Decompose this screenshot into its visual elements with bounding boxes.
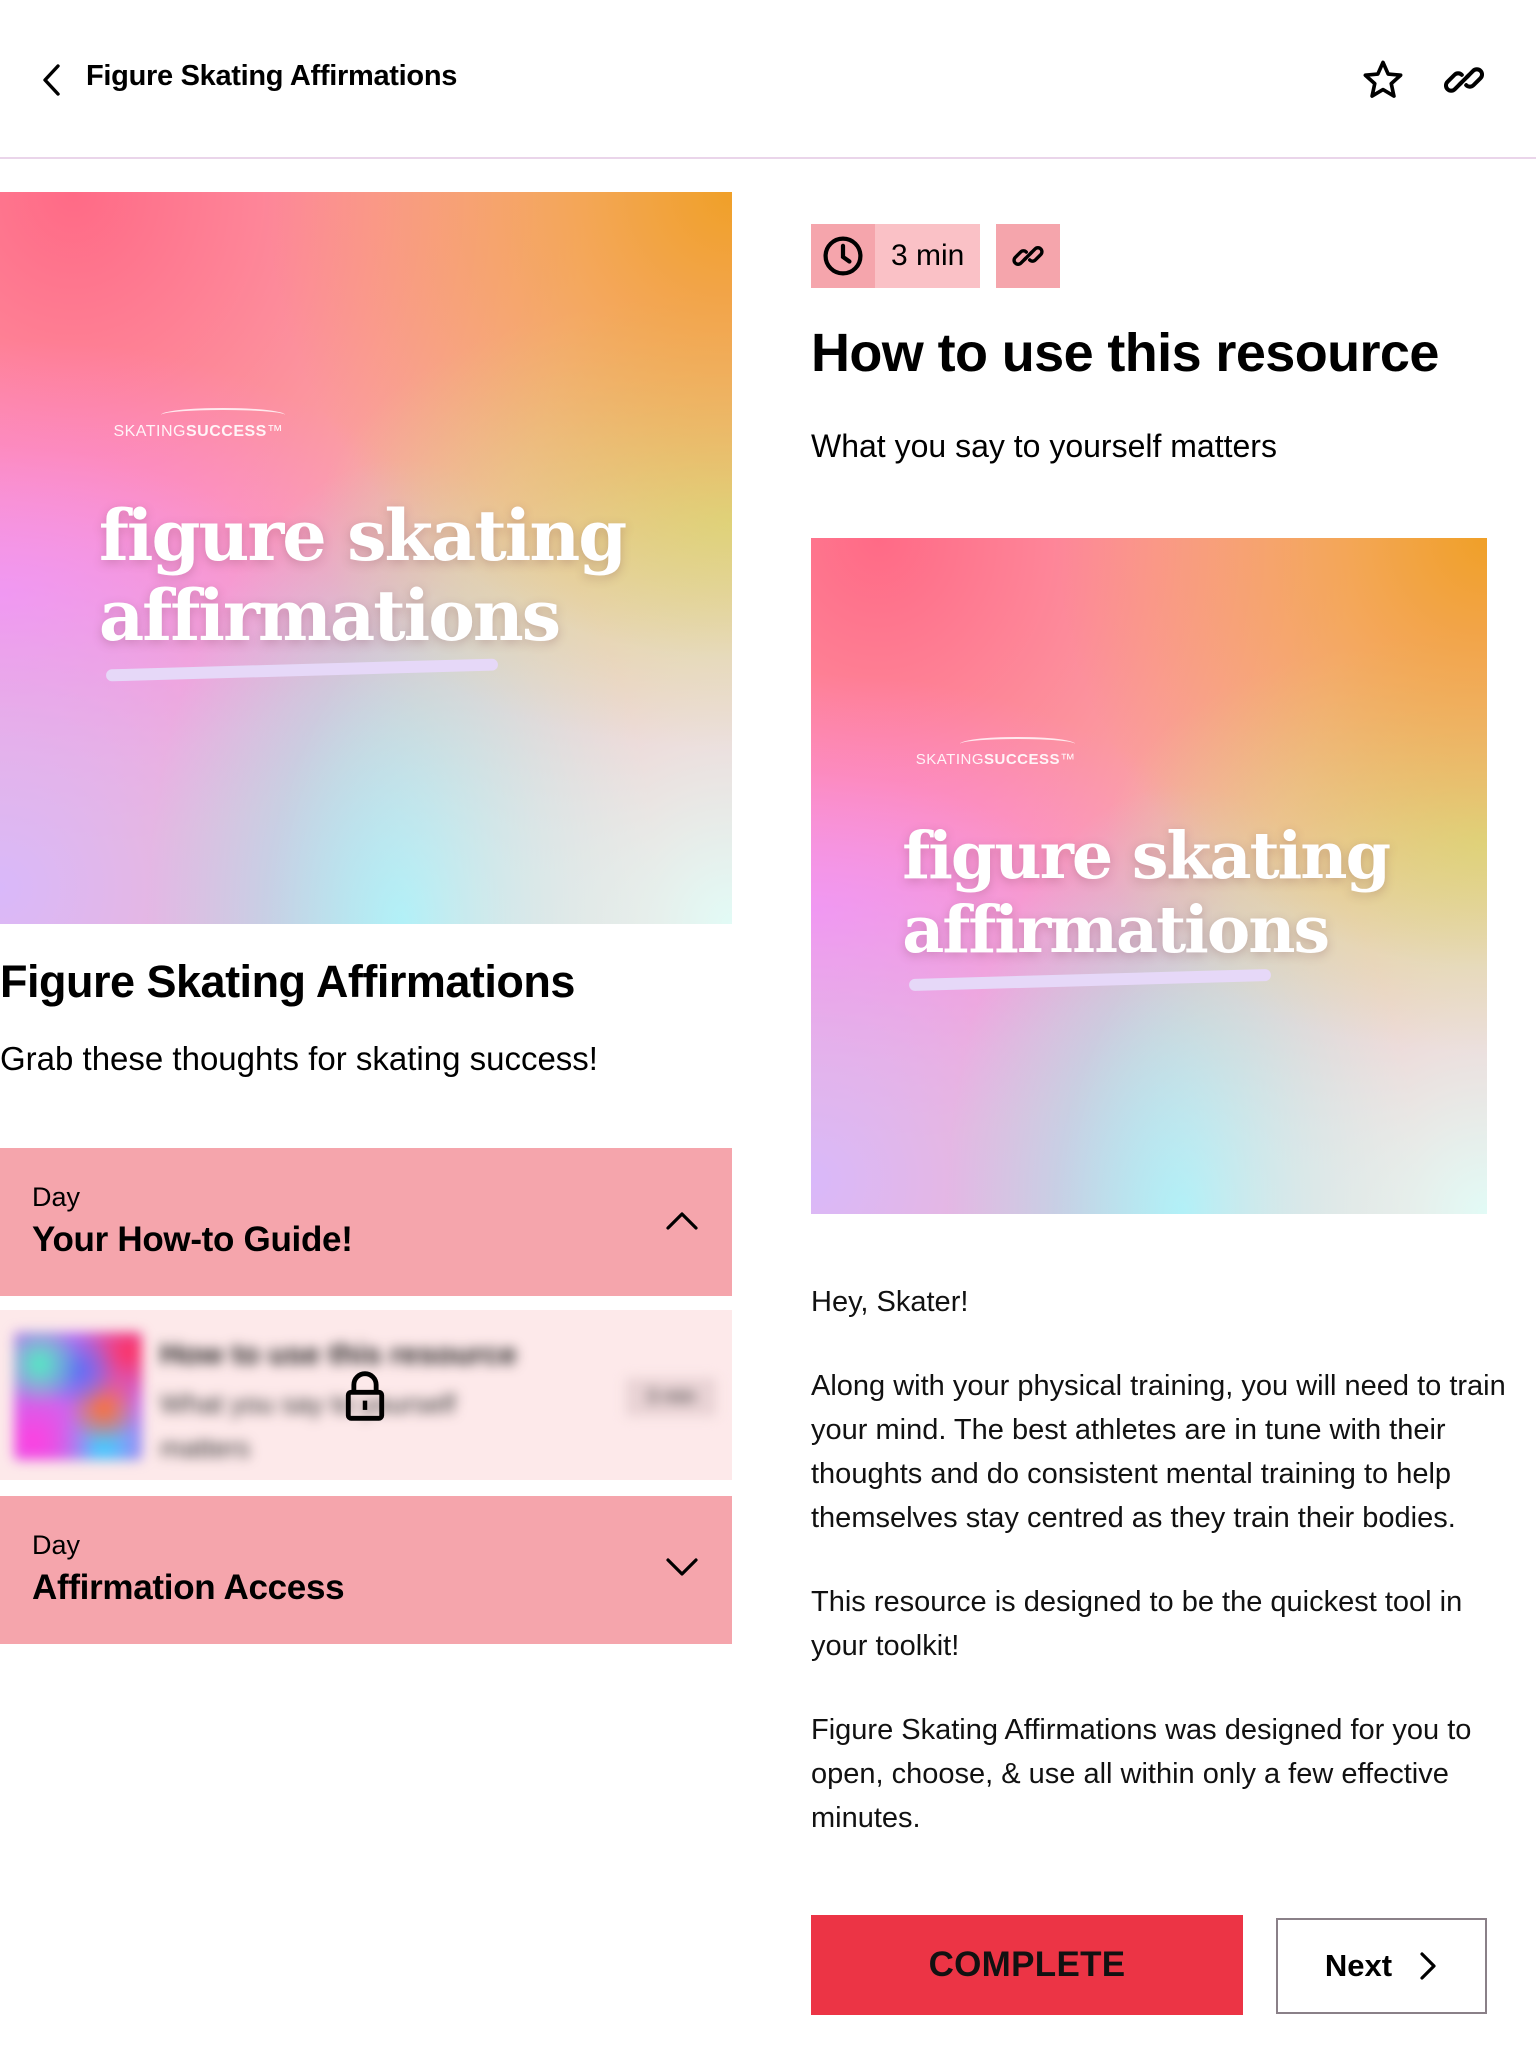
back-button[interactable] bbox=[30, 58, 74, 102]
chevron-right-icon bbox=[1420, 1952, 1436, 1980]
lesson-image: SKATINGSUCCESS™ figure skating affirmati… bbox=[811, 538, 1487, 1214]
duration-text: 3 min bbox=[891, 239, 965, 272]
lesson-art-underline bbox=[908, 968, 1271, 992]
link-icon bbox=[1012, 246, 1044, 266]
chevron-up-icon bbox=[666, 1212, 698, 1230]
resource-cover-image: SKATINGSUCCESS™ figure skating affirmati… bbox=[0, 192, 732, 924]
day-title: Affirmation Access bbox=[32, 1568, 345, 1607]
day-section-affirmation-access[interactable]: Day Affirmation Access bbox=[0, 1496, 732, 1644]
lesson-meta: 3 min bbox=[811, 224, 1061, 288]
clock-icon bbox=[823, 236, 863, 276]
next-button[interactable]: Next bbox=[1276, 1918, 1487, 2014]
expand-toggle[interactable] bbox=[660, 1546, 704, 1590]
body-paragraph: Hey, Skater! bbox=[811, 1286, 969, 1318]
body-paragraph: Figure Skating Affirmations was designed… bbox=[811, 1714, 1472, 1834]
cover-art-title: figure skating affirmations bbox=[98, 493, 627, 657]
brand-logo: SKATINGSUCCESS™ bbox=[915, 750, 1076, 768]
chevron-left-icon bbox=[43, 64, 60, 96]
lesson-item-subtitle: What you say to yourself matters bbox=[160, 1389, 456, 1463]
cover-art-underline bbox=[106, 658, 498, 682]
lesson-item-duration: 3 min bbox=[626, 1378, 716, 1416]
lesson-body: Hey, Skater! Along with your physical tr… bbox=[811, 1280, 1511, 1880]
collapse-toggle[interactable] bbox=[660, 1198, 704, 1242]
cover-artwork: SKATINGSUCCESS™ figure skating affirmati… bbox=[0, 192, 732, 924]
link-icon bbox=[1443, 67, 1485, 93]
page-title: Figure Skating Affirmations bbox=[86, 60, 458, 92]
resource-title: Figure Skating Affirmations bbox=[0, 956, 575, 1007]
lesson-link-button[interactable] bbox=[996, 224, 1061, 288]
brand-swoosh bbox=[959, 737, 1075, 751]
lesson-artwork: SKATINGSUCCESS™ figure skating affirmati… bbox=[811, 538, 1487, 1214]
star-outline-icon bbox=[1363, 60, 1403, 98]
locked-lesson-item[interactable]: How to use this resource What you say to… bbox=[0, 1310, 732, 1480]
body-paragraph: This resource is designed to be the quic… bbox=[811, 1586, 1463, 1662]
favorite-button[interactable] bbox=[1357, 54, 1409, 106]
lock-icon bbox=[345, 1371, 385, 1421]
body-paragraph: Along with your physical training, you w… bbox=[811, 1370, 1506, 1534]
top-bar: Figure Skating Affirmations bbox=[0, 0, 1536, 159]
day-label: Day bbox=[32, 1530, 81, 1560]
lesson-item-title: How to use this resource bbox=[160, 1338, 517, 1371]
next-label: Next bbox=[1324, 1948, 1393, 1983]
resource-subtitle: Grab these thoughts for skating success! bbox=[0, 1040, 598, 1077]
clock-icon-wrap bbox=[811, 224, 875, 288]
complete-button[interactable]: COMPLETE bbox=[811, 1915, 1243, 2015]
duration-badge: 3 min bbox=[811, 224, 981, 288]
brand-swoosh bbox=[161, 407, 286, 422]
chevron-down-icon bbox=[666, 1558, 698, 1576]
day-label: Day bbox=[32, 1182, 81, 1212]
day-section-how-to-guide[interactable]: Day Your How-to Guide! bbox=[0, 1148, 732, 1296]
lesson-title: How to use this resource bbox=[811, 323, 1439, 383]
lesson-thumbnail bbox=[14, 1332, 142, 1460]
lesson-subtitle: What you say to yourself matters bbox=[811, 428, 1277, 464]
copy-link-button[interactable] bbox=[1438, 54, 1490, 106]
day-title: Your How-to Guide! bbox=[32, 1220, 353, 1259]
lesson-art-title: figure skating affirmations bbox=[902, 817, 1391, 968]
brand-logo: SKATINGSUCCESS™ bbox=[113, 422, 284, 440]
